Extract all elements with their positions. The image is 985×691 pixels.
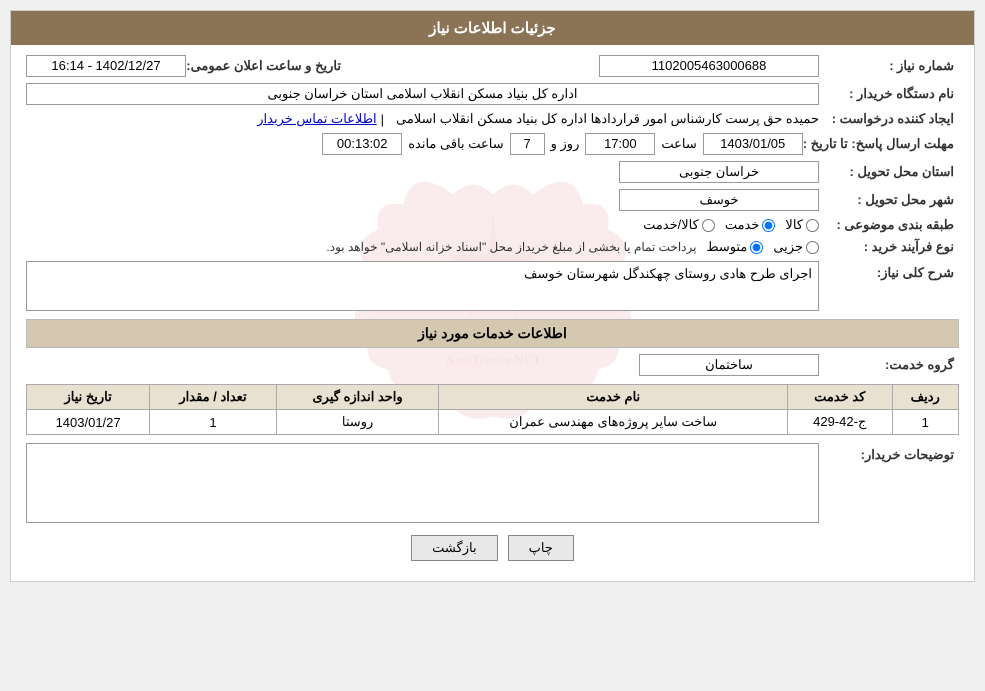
nam-dastgah-value: اداره کل بنیاد مسکن انقلاب اسلامی استان … [26,83,819,105]
back-button[interactable]: بازگشت [411,535,497,561]
tosif-textarea[interactable] [26,443,819,523]
nov-jozii-label: جزیی [773,239,803,255]
tabaqe-kala-label: کالا [785,217,803,233]
sharh-label: شرح کلی نیاز: [819,261,959,281]
nov-jozii-radio[interactable] [806,241,819,254]
nov-farayand-group: جزیی متوسط [706,239,819,255]
cell-date: 1403/01/27 [27,410,150,435]
services-table: ردیف کد خدمت نام خدمت واحد اندازه گیری ت… [26,384,959,435]
tabaqe-khadamat-radio[interactable] [762,219,775,232]
tabaqe-kala-khadamat[interactable]: کالا/خدمت [643,217,715,233]
nov-mottaset-radio[interactable] [750,241,763,254]
col-radif: ردیف [892,385,959,410]
gorooh-value: ساختمان [639,354,819,376]
tabaqe-group: کالا خدمت کالا/خدمت [643,217,819,233]
khadamat-section-title: اطلاعات خدمات مورد نیاز [26,319,959,348]
header-title: جزئیات اطلاعات نیاز [429,20,556,37]
tabaqe-kala-khadamat-radio[interactable] [702,219,715,232]
tabaqe-label: طبقه بندی موضوعی : [819,217,959,233]
button-row: چاپ بازگشت [26,535,959,561]
tabaqe-kala[interactable]: کالا [785,217,819,233]
nov-mottaset[interactable]: متوسط [706,239,763,255]
cell-kod: ج-42-429 [788,410,893,435]
col-date: تاریخ نیاز [27,385,150,410]
table-row: 1ج-42-429ساخت سایر پروژه‌های مهندسی عمرا… [27,410,959,435]
rooz-label: روز و [545,136,586,152]
cell-radif: 1 [892,410,959,435]
page-header: جزئیات اطلاعات نیاز [11,11,974,45]
saat-value: 17:00 [585,133,655,155]
cell-count: 1 [150,410,277,435]
nov-jozii[interactable]: جزیی [773,239,819,255]
nov-note: پرداخت تمام یا بخشی از مبلغ خریداز محل "… [326,240,706,254]
col-unit: واحد اندازه گیری [276,385,439,410]
tarikh-elam-value: 1402/12/27 - 16:14 [26,55,186,77]
cell-unit: روستا [276,410,439,435]
print-button[interactable]: چاپ [508,535,574,561]
tabaqe-kala-khadamat-label: کالا/خدمت [643,217,699,233]
tabaqe-khadamat-label: خدمت [725,217,760,233]
tarikh-value: 1403/01/05 [703,133,803,155]
baqi-label: ساعت باقی مانده [402,136,509,152]
shahr-value: خوسف [619,189,819,211]
nov-mottaset-label: متوسط [706,239,747,255]
saat-label: ساعت [655,136,702,152]
gorooh-label: گروه خدمت: [819,357,959,373]
tosif-label: توضیحات خریدار: [819,443,959,463]
col-kod: کد خدمت [788,385,893,410]
cell-name: ساخت سایر پروژه‌های مهندسی عمران [439,410,788,435]
rooz-value: 7 [510,133,545,155]
mohlat-label: مهلت ارسال پاسخ: تا تاریخ : [803,136,959,152]
baqi-value: 00:13:02 [322,133,402,155]
ijad-konande-label: ایجاد کننده درخواست : [819,111,959,127]
ostan-label: استان محل تحویل : [819,164,959,180]
sharh-value: اجرای طرح هادی روستای چهکندگل شهرستان خو… [26,261,819,311]
col-count: تعداد / مقدار [150,385,277,410]
shomare-niaz-value: 1102005463000688 [599,55,819,77]
ostan-value: خراسان جنوبی [619,161,819,183]
nam-dastgah-label: نام دستگاه خریدار : [819,86,959,102]
col-name: نام خدمت [439,385,788,410]
tabaqe-khadamat[interactable]: خدمت [725,217,776,233]
tabaqe-kala-radio[interactable] [806,219,819,232]
ijad-konande-link[interactable]: اطلاعات تماس خریدار [257,111,376,127]
tarikh-elam-label: تاریخ و ساعت اعلان عمومی: [186,58,346,74]
shahr-label: شهر محل تحویل : [819,192,959,208]
nov-farayand-label: نوع فرآیند خرید : [819,239,959,255]
shomare-niaz-label: شماره نیاز : [819,58,959,74]
ijad-konande-value: حمیده حق پرست کارشناس امور قراردادها ادا… [396,111,819,127]
